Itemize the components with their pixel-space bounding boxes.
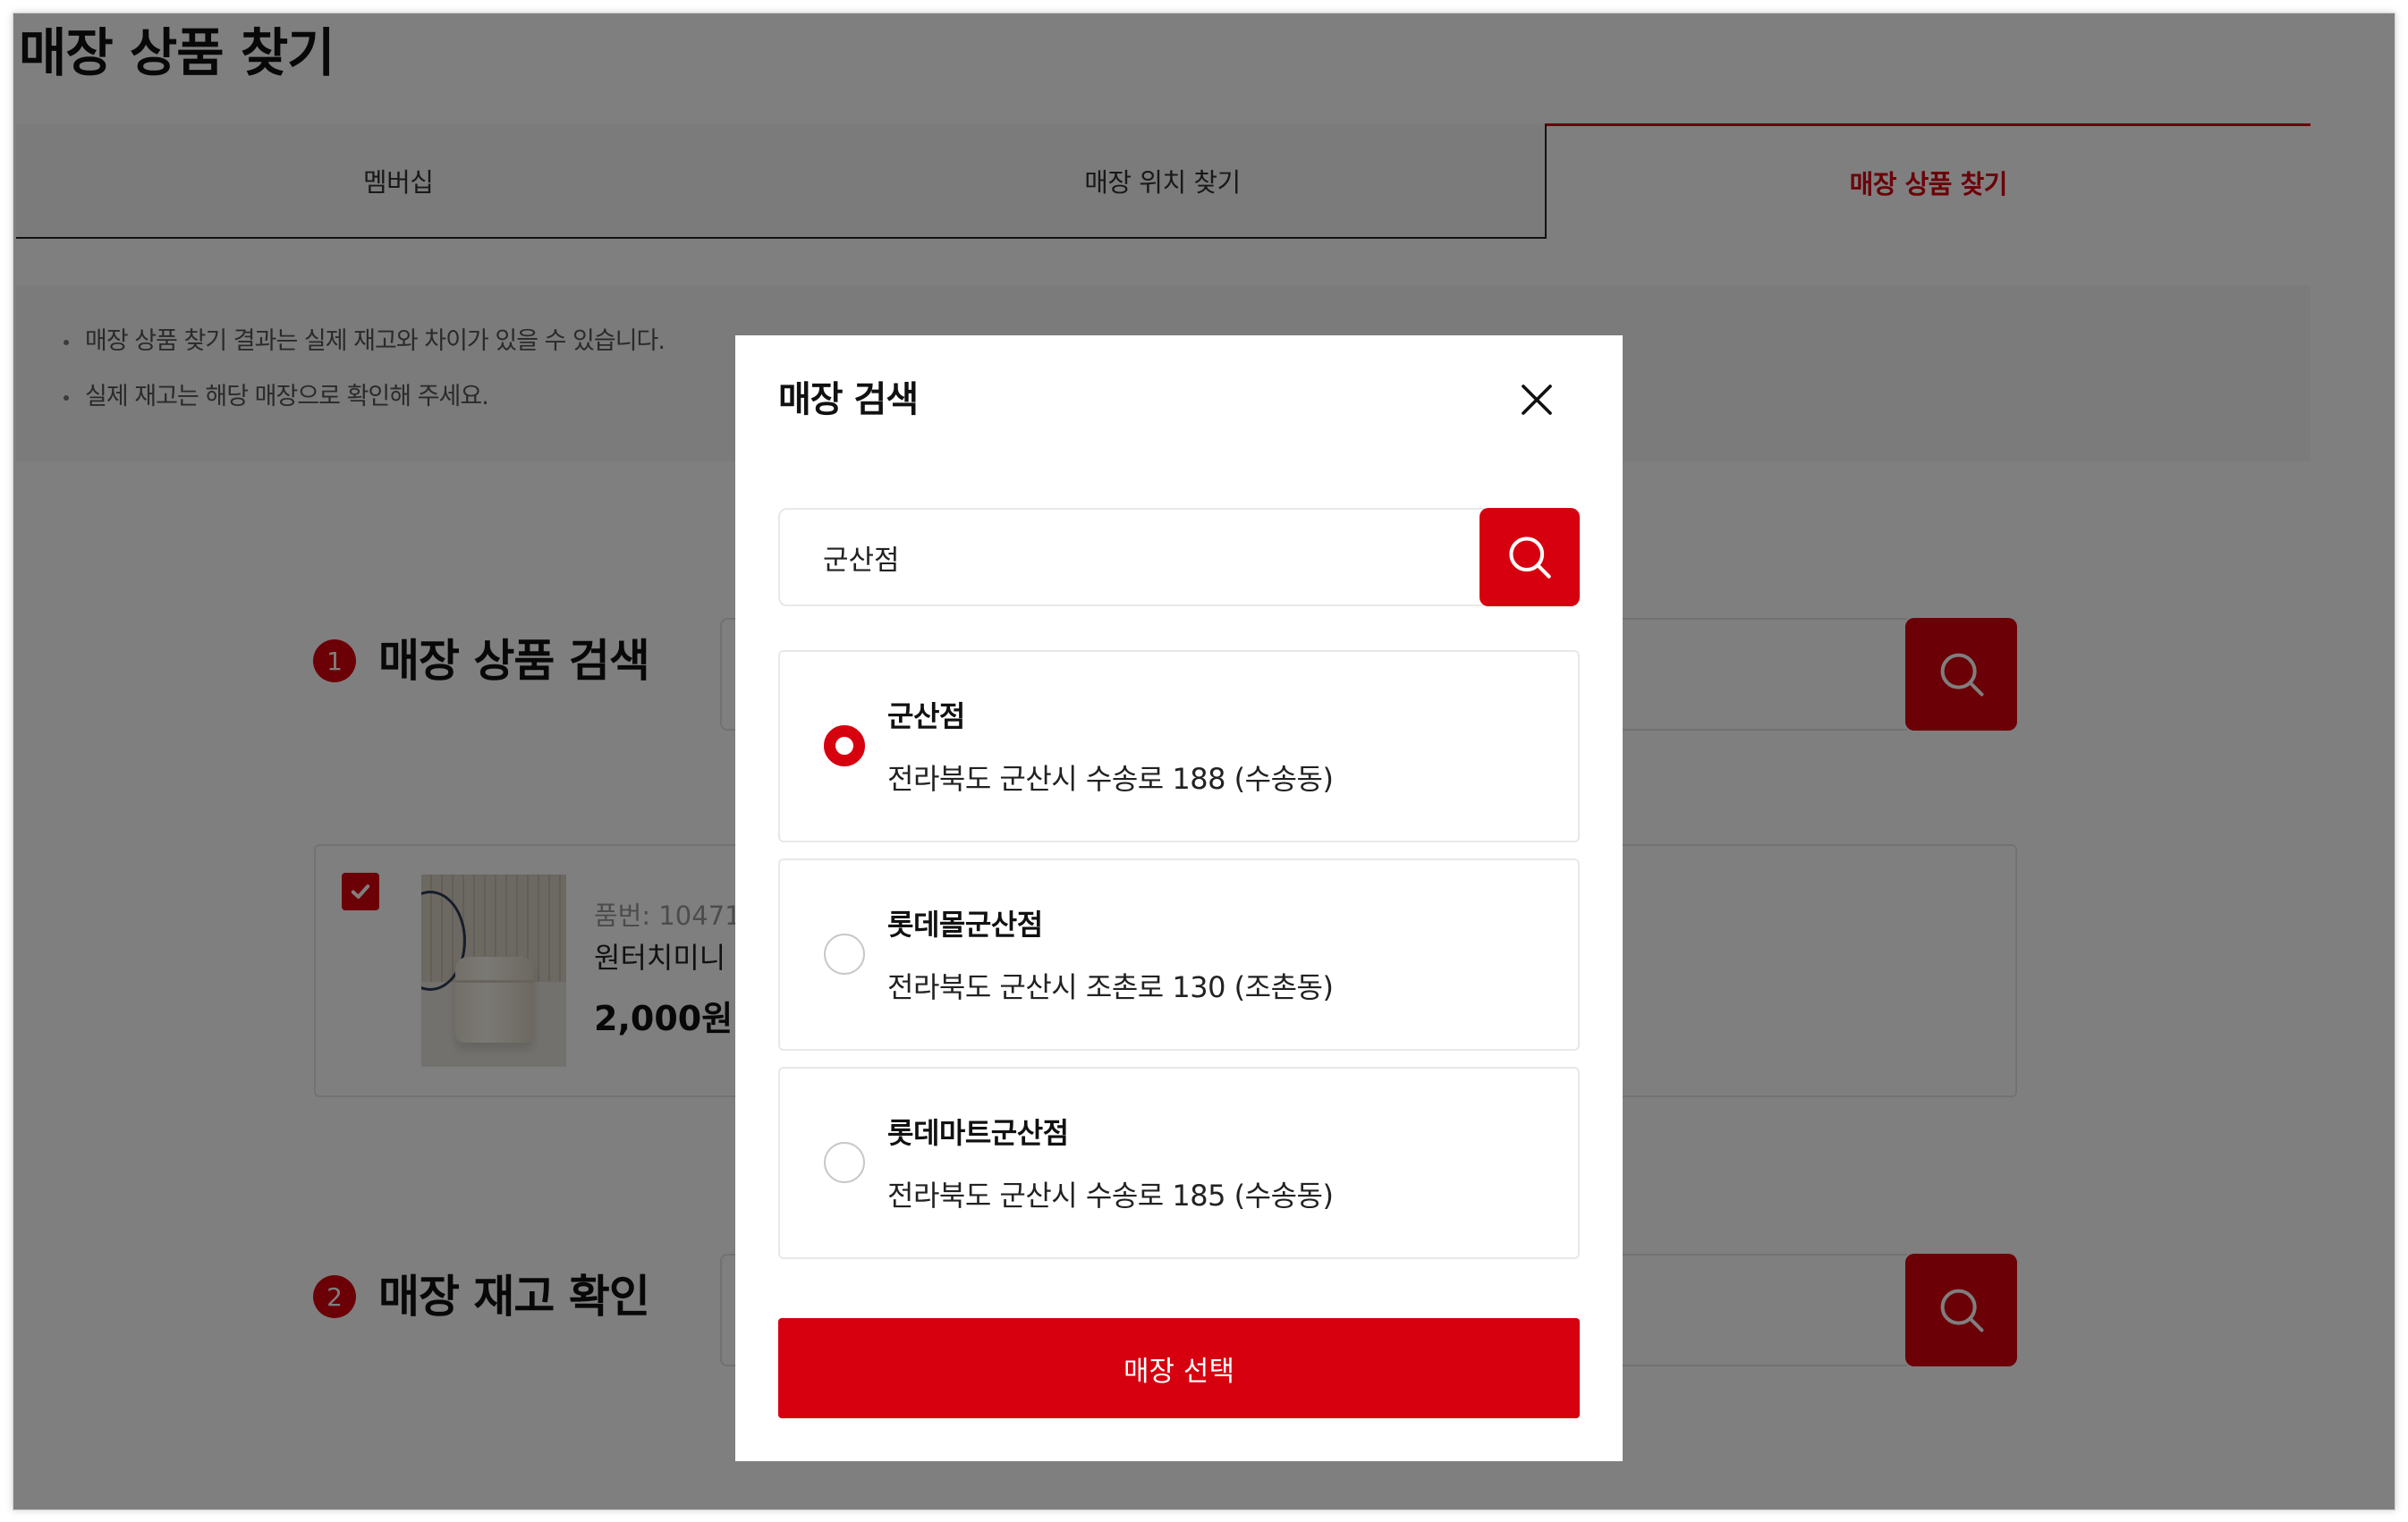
store-result-item[interactable]: 롯데마트군산점 전라북도 군산시 수송로 185 (수송동) [778, 1067, 1580, 1259]
store-radio-button[interactable] [824, 1142, 865, 1183]
store-address: 전라북도 군산시 수송로 188 (수송동) [887, 762, 1334, 796]
close-icon [1522, 385, 1552, 415]
store-radio-button[interactable] [824, 934, 865, 975]
store-result-item[interactable]: 롯데몰군산점 전라북도 군산시 조촌로 130 (조촌동) [778, 858, 1580, 1051]
modal-title: 매장 검색 [778, 379, 919, 420]
store-search-input[interactable] [778, 508, 1485, 606]
store-address: 전라북도 군산시 수송로 185 (수송동) [887, 1179, 1334, 1213]
store-radio-button[interactable] [824, 725, 865, 766]
store-name: 롯데몰군산점 [887, 908, 1043, 942]
store-address: 전라북도 군산시 조촌로 130 (조촌동) [887, 970, 1334, 1004]
store-name: 군산점 [887, 699, 965, 733]
select-store-button[interactable]: 매장 선택 [778, 1318, 1580, 1418]
store-name: 롯데마트군산점 [887, 1116, 1069, 1150]
app-window: 매장 상품 찾기 멤버십 매장 위치 찾기 매장 상품 찾기 매장 상품 찾기 … [13, 13, 2395, 1510]
search-icon [1509, 537, 1551, 579]
modal-close-button[interactable] [1519, 382, 1555, 418]
store-search-modal: 매장 검색 군산점 전라북도 군산시 수송로 188 (수송동) 롯데몰군산점 … [735, 335, 1623, 1461]
store-result-item[interactable]: 군산점 전라북도 군산시 수송로 188 (수송동) [778, 650, 1580, 842]
store-search-button[interactable] [1480, 508, 1580, 606]
